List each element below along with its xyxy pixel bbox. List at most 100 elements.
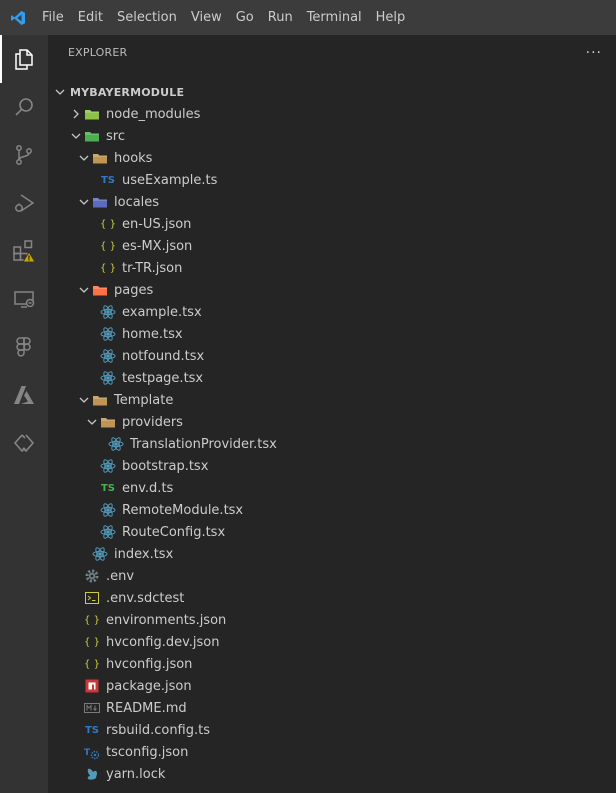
- json-icon: { }: [84, 636, 100, 648]
- explorer-button[interactable]: [0, 35, 48, 83]
- file-label: testpage.tsx: [122, 370, 204, 386]
- folder-label: providers: [122, 414, 183, 430]
- file-label: index.tsx: [114, 546, 174, 562]
- more-actions-icon[interactable]: ···: [586, 45, 602, 61]
- file-label: environments.json: [106, 612, 227, 628]
- file-label: bootstrap.tsx: [122, 458, 209, 474]
- menu-file[interactable]: File: [35, 0, 71, 35]
- folder-icon: [100, 414, 116, 430]
- file-label: home.tsx: [122, 326, 183, 342]
- remote-explorer-button[interactable]: [0, 275, 48, 323]
- file-index-tsx[interactable]: index.tsx: [48, 543, 616, 565]
- run-debug-button[interactable]: [0, 179, 48, 227]
- file-label: yarn.lock: [106, 766, 166, 782]
- title-bar: File Edit Selection View Go Run Terminal…: [0, 0, 616, 35]
- file-routeconfig-tsx[interactable]: RouteConfig.tsx: [48, 521, 616, 543]
- json-icon: { }: [100, 218, 116, 230]
- file-label: env.d.ts: [122, 480, 174, 496]
- file-rsbuild-config-ts[interactable]: TS rsbuild.config.ts: [48, 719, 616, 741]
- chevron-down-icon[interactable]: [76, 194, 92, 210]
- menu-view[interactable]: View: [184, 0, 229, 35]
- chevron-down-icon[interactable]: [76, 282, 92, 298]
- file-env-d-ts[interactable]: TS env.d.ts: [48, 477, 616, 499]
- file-notfound-tsx[interactable]: notfound.tsx: [48, 345, 616, 367]
- folder-icon: [92, 392, 108, 408]
- folder-label: hooks: [114, 150, 153, 166]
- file-label: tsconfig.json: [106, 744, 189, 760]
- menu-selection[interactable]: Selection: [110, 0, 184, 35]
- file-testpage-tsx[interactable]: testpage.tsx: [48, 367, 616, 389]
- file-hvconfig-dev-json[interactable]: { } hvconfig.dev.json: [48, 631, 616, 653]
- file-yarn-lock[interactable]: yarn.lock: [48, 763, 616, 785]
- files-icon: [15, 49, 33, 70]
- figma-button[interactable]: [0, 323, 48, 371]
- folder-src[interactable]: src: [48, 125, 616, 147]
- folder-label: pages: [114, 282, 154, 298]
- file-remotemodule-tsx[interactable]: RemoteModule.tsx: [48, 499, 616, 521]
- folder-icon: [92, 150, 108, 166]
- folder-node-modules[interactable]: node_modules: [48, 103, 616, 125]
- json-icon: { }: [84, 614, 100, 626]
- file-label: tr-TR.json: [122, 260, 183, 276]
- markdown-icon: [84, 700, 100, 716]
- file-label: es-MX.json: [122, 238, 193, 254]
- file-readme-md[interactable]: README.md: [48, 697, 616, 719]
- chevron-down-icon[interactable]: [52, 84, 68, 100]
- source-control-button[interactable]: [0, 131, 48, 179]
- file-tr-tr-json[interactable]: { } tr-TR.json: [48, 257, 616, 279]
- live-share-button[interactable]: [0, 419, 48, 467]
- menu-edit[interactable]: Edit: [71, 0, 110, 35]
- file-es-mx-json[interactable]: { } es-MX.json: [48, 235, 616, 257]
- file-env[interactable]: .env: [48, 565, 616, 587]
- file-label: TranslationProvider.tsx: [130, 436, 277, 452]
- menu-run[interactable]: Run: [261, 0, 300, 35]
- file-translationprovider-tsx[interactable]: TranslationProvider.tsx: [48, 433, 616, 455]
- file-home-tsx[interactable]: home.tsx: [48, 323, 616, 345]
- typescript-icon: TS: [84, 724, 100, 736]
- extensions-button[interactable]: !: [0, 227, 48, 275]
- file-hvconfig-json[interactable]: { } hvconfig.json: [48, 653, 616, 675]
- folder-icon: [92, 282, 108, 298]
- file-tsconfig-json[interactable]: Ttsconfig.json: [48, 741, 616, 763]
- file-label: rsbuild.config.ts: [106, 722, 210, 738]
- menu-go[interactable]: Go: [229, 0, 261, 35]
- file-label: .env.sdctest: [106, 590, 185, 606]
- folder-pages[interactable]: pages: [48, 279, 616, 301]
- file-env-sdctest[interactable]: .env.sdctest: [48, 587, 616, 609]
- file-bootstrap-tsx[interactable]: bootstrap.tsx: [48, 455, 616, 477]
- chevron-down-icon[interactable]: [68, 128, 84, 144]
- file-example-tsx[interactable]: example.tsx: [48, 301, 616, 323]
- search-icon: [15, 98, 33, 116]
- folder-icon: [92, 194, 108, 210]
- file-label: hvconfig.json: [106, 656, 193, 672]
- file-useexample-ts[interactable]: TS useExample.ts: [48, 169, 616, 191]
- explorer-title: EXPLORER: [68, 46, 128, 59]
- react-icon: [100, 370, 116, 386]
- folder-template[interactable]: Template: [48, 389, 616, 411]
- react-icon: [100, 524, 116, 540]
- chevron-right-icon[interactable]: [68, 106, 84, 122]
- folder-locales[interactable]: locales: [48, 191, 616, 213]
- folder-label: src: [106, 128, 125, 144]
- folder-label: locales: [114, 194, 160, 210]
- folder-hooks[interactable]: hooks: [48, 147, 616, 169]
- chevron-down-icon[interactable]: [76, 150, 92, 166]
- file-label: RouteConfig.tsx: [122, 524, 226, 540]
- menu-help[interactable]: Help: [369, 0, 413, 35]
- file-environments-json[interactable]: { } environments.json: [48, 609, 616, 631]
- chevron-down-icon[interactable]: [76, 392, 92, 408]
- menu-terminal[interactable]: Terminal: [300, 0, 369, 35]
- file-label: example.tsx: [122, 304, 202, 320]
- svg-text:T: T: [84, 748, 91, 758]
- folder-mybayermodule[interactable]: MYBAYERMODULE: [48, 81, 616, 103]
- azure-button[interactable]: [0, 371, 48, 419]
- file-en-us-json[interactable]: { } en-US.json: [48, 213, 616, 235]
- react-icon: [92, 546, 108, 562]
- folder-providers[interactable]: providers: [48, 411, 616, 433]
- svg-text:!: !: [27, 255, 30, 263]
- react-icon: [100, 502, 116, 518]
- search-button[interactable]: [0, 83, 48, 131]
- json-icon: { }: [84, 658, 100, 670]
- file-package-json[interactable]: package.json: [48, 675, 616, 697]
- chevron-down-icon[interactable]: [84, 414, 100, 430]
